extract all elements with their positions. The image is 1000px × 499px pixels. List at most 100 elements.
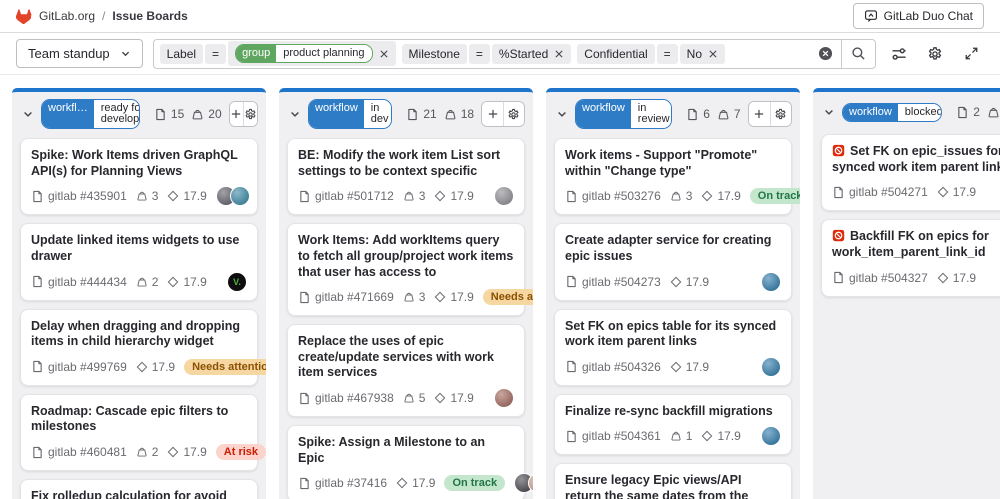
duo-chat-button[interactable]: GitLab Duo Chat [853,3,984,29]
avatar[interactable] [494,388,514,408]
avatar[interactable] [761,426,781,446]
card-ref-text: gitlab #501712 [315,189,394,203]
card-weight: 2 [136,445,159,459]
expand-fullscreen-icon[interactable] [958,41,984,67]
collapse-column-chevron-icon[interactable] [556,108,568,120]
card-title-text: Work Items: Add workItems query to fetch… [298,233,513,278]
column-settings-gear-icon[interactable] [503,102,524,126]
token-segment[interactable]: = [657,44,678,64]
column-label-name: blocked [898,104,942,121]
token-segment[interactable]: Confidential [577,44,654,64]
board-card[interactable]: Set FK on epic_issues for its synced wor… [821,134,1000,211]
weight-icon [670,190,682,202]
search-icon[interactable] [841,40,875,68]
card-reference: gitlab #37416 [298,476,387,490]
card-title: Finalize re-sync backfill migrations [565,404,781,420]
avatar[interactable]: V. [227,272,247,292]
column-header: workfl… ready for developme… 15 20 [12,92,266,136]
board-card[interactable]: Backfill FK on epics for work_item_paren… [821,219,1000,296]
remove-token-icon[interactable] [708,49,718,59]
column-scoped-label[interactable]: workflow in dev [308,99,392,129]
card-iteration-value: 17.9 [412,476,435,490]
iteration-icon [701,190,713,202]
card-title-text: Set FK on epic_issues for its synced wor… [832,144,1000,174]
card-meta: gitlab #499769 17.9 Needs attention [31,357,247,377]
card-iteration: 17.9 [434,391,473,405]
column-issue-count: 2 [956,105,980,119]
column-scoped-label[interactable]: workflow in review [575,99,672,129]
breadcrumb-group[interactable]: GitLab.org [39,9,95,23]
card-assignees [216,186,250,206]
board-switcher[interactable]: Team standup [16,39,143,68]
card-title: Delay when dragging and dropping items i… [31,319,247,350]
board-settings-gear-icon[interactable] [922,41,948,67]
column-card-list: Spike: Work Items driven GraphQL API(s) … [12,136,266,499]
card-reference: gitlab #471669 [298,290,394,304]
column-scoped-label[interactable]: workfl… ready for developme… [41,99,140,129]
remove-token-icon[interactable] [554,49,564,59]
token-segment[interactable]: Milestone [402,44,467,64]
filtered-search-input[interactable]: Label=groupproduct planningMilestone=%St… [153,39,876,69]
board-card[interactable]: Create adapter service for creating epic… [554,223,792,300]
collapse-column-chevron-icon[interactable] [22,108,34,120]
card-iteration-value: 17.9 [183,275,206,289]
filter-token[interactable]: Label=groupproduct planning [160,41,396,66]
card-meta: gitlab #504327 17.9 [832,268,1000,288]
board-card[interactable]: Update linked items widgets to use drawe… [20,223,258,300]
gitlab-logo-icon[interactable] [16,9,32,24]
board-card[interactable]: Replace the uses of epic create/update s… [287,324,525,417]
card-ref-text: gitlab #471669 [315,290,394,304]
board-card[interactable]: Ensure legacy Epic views/API return the … [554,463,792,499]
token-segment[interactable]: Label [160,44,203,64]
board-card[interactable]: Delay when dragging and dropping items i… [20,309,258,386]
add-card-button[interactable] [749,102,770,126]
add-card-button[interactable] [230,102,243,126]
avatar[interactable] [761,272,781,292]
token-value[interactable]: No [680,44,725,64]
collapse-column-chevron-icon[interactable] [823,106,835,118]
card-reference: gitlab #504361 [565,429,661,443]
token-value[interactable]: %Started [492,44,571,64]
breadcrumb-page[interactable]: Issue Boards [112,9,187,23]
avatar[interactable] [494,186,514,206]
token-value[interactable]: groupproduct planning [228,41,395,66]
board-card[interactable]: Work Items: Add workItems query to fetch… [287,223,525,316]
iteration-icon [396,477,408,489]
column-settings-gear-icon[interactable] [770,102,791,126]
board-card[interactable]: Spike: Work Items driven GraphQL API(s) … [20,138,258,215]
column-label-scope: workflow [576,100,631,128]
board-card[interactable]: Roadmap: Cascade epic filters to milesto… [20,394,258,471]
avatar[interactable] [230,186,250,206]
card-weight-value: 3 [419,290,426,304]
card-iteration: 17.9 [701,429,740,443]
card-weight-value: 1 [686,429,693,443]
card-meta: gitlab #503276 3 17.9 On track [565,186,781,206]
board-card[interactable]: BE: Modify the work item List sort setti… [287,138,525,215]
board-card[interactable]: Work items - Support "Promote" within "C… [554,138,792,215]
board-card[interactable]: Finalize re-sync backfill migrations git… [554,394,792,456]
column-label-scope: workflow [843,104,898,121]
card-iteration-value: 17.9 [686,275,709,289]
column-scoped-label[interactable]: workflow blocked [842,103,942,122]
avatar[interactable] [761,357,781,377]
column-label-name: in dev [364,100,393,128]
board-card[interactable]: Spike: Assign a Milestone to an Epic git… [287,425,525,499]
board-card[interactable]: Set FK on epics table for its synced wor… [554,309,792,386]
token-segment[interactable]: = [205,44,226,64]
card-title: Update linked items widgets to use drawe… [31,233,247,264]
board-card[interactable]: Fix rolledup calculation for avoid start… [20,479,258,499]
breadcrumb: GitLab.org / Issue Boards [16,9,188,24]
add-card-button[interactable] [482,102,503,126]
card-assignees [761,426,781,446]
clear-search-icon[interactable] [810,46,841,61]
column-settings-gear-icon[interactable] [243,102,257,126]
column-issue-count: 21 [406,107,436,121]
collapse-column-chevron-icon[interactable] [289,108,301,120]
issue-type-icon [298,190,311,203]
board-config-sliders-icon[interactable] [886,41,912,67]
token-segment[interactable]: = [469,44,490,64]
filter-token[interactable]: Confidential=No [577,44,725,64]
column-weight-count: 7 [717,107,741,121]
filter-token[interactable]: Milestone=%Started [402,44,572,64]
remove-token-icon[interactable] [379,49,389,59]
